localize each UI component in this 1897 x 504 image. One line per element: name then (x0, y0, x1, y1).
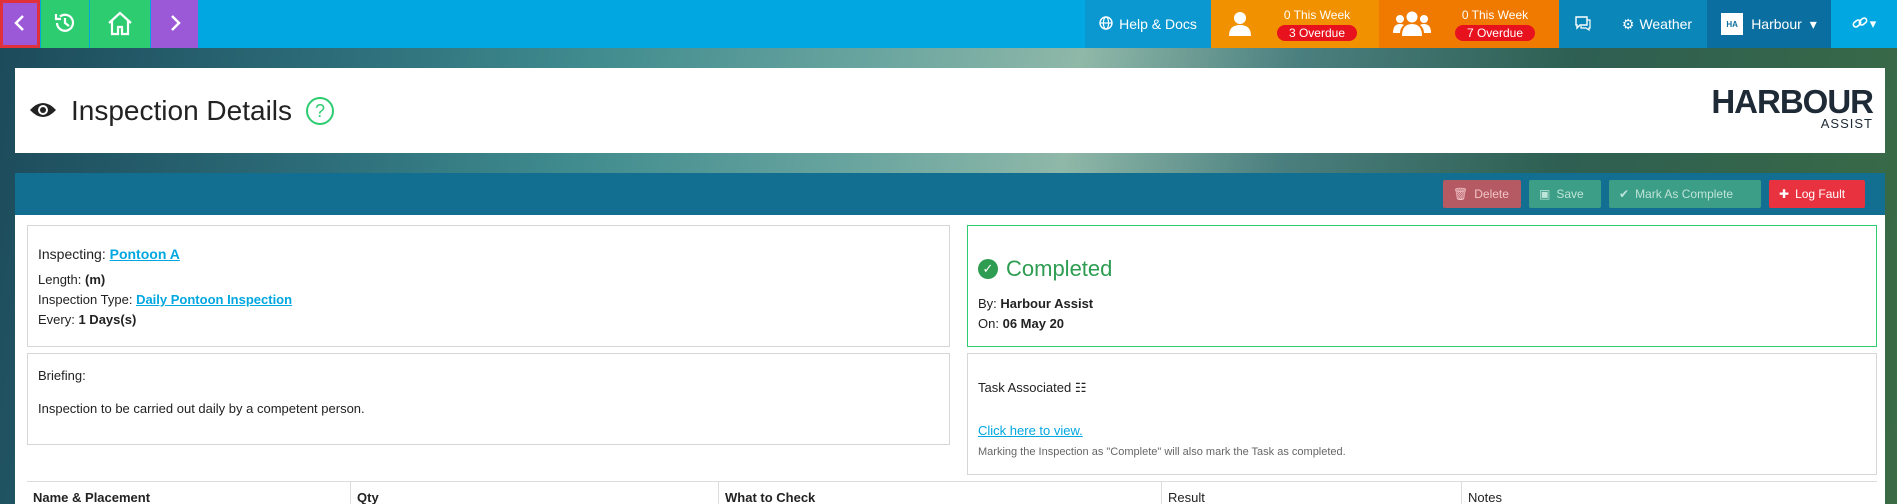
help-docs-button[interactable]: Help & Docs (1085, 0, 1211, 48)
check-circle-icon: ✔ (1619, 187, 1630, 201)
team-overdue-badge[interactable]: 7 Overdue (1454, 24, 1536, 41)
my-task-counts: 0 This Week 3 Overdue (1255, 8, 1379, 41)
brand-logo: HARBOUR ASSIST (1711, 83, 1874, 130)
by-label: By: (978, 296, 997, 311)
inspecting-label: Inspecting: (38, 246, 106, 262)
inspecting-link[interactable]: Pontoon A (110, 246, 180, 262)
history-icon (52, 10, 78, 39)
task-associated-row: Task Associated ☷ (978, 380, 1866, 396)
globe-icon (1099, 15, 1113, 33)
on-value: 06 May 20 (1002, 316, 1065, 331)
forward-button[interactable] (151, 0, 198, 48)
weather-button[interactable]: ⚙ Weather (1607, 0, 1707, 48)
completed-on-row: On: 06 May 20 (978, 316, 1866, 331)
help-icon[interactable]: ? (306, 97, 335, 125)
task-associated-box: Task Associated ☷ Click here to view. Ma… (967, 353, 1877, 475)
harbour-label: Harbour (1751, 16, 1802, 32)
briefing-label: Briefing: (38, 368, 86, 383)
team-task-counts: 0 This Week 7 Overdue (1431, 8, 1559, 41)
delete-button[interactable]: 🗑 Delete (1443, 180, 1521, 208)
task-note: Marking the Inspection as "Complete" wil… (978, 446, 1346, 458)
type-label: Inspection Type: (38, 292, 133, 307)
eye-icon (29, 95, 57, 127)
caret-down-icon: ▾ (1869, 16, 1877, 31)
briefing-text: Inspection to be carried out daily by a … (38, 401, 365, 416)
every-label: Every: (38, 312, 75, 327)
help-docs-label: Help & Docs (1119, 16, 1197, 32)
completed-title: Completed (1006, 256, 1113, 281)
brand-name: HARBOUR (1711, 83, 1874, 120)
delete-label: Delete (1474, 187, 1509, 201)
team-tasks-widget[interactable]: 0 This Week 7 Overdue (1379, 0, 1559, 48)
type-row: Inspection Type: Daily Pontoon Inspectio… (38, 292, 939, 307)
chat-icon (1574, 15, 1592, 34)
inspecting-row: Inspecting: Pontoon A (38, 246, 939, 262)
panel-toolbar: 🗑 Delete ▣ Save ✔ Mark As Complete ✚ Log… (15, 173, 1885, 215)
length-row: Length: (m) (38, 272, 939, 287)
task-associated-label: Task Associated (978, 380, 1072, 395)
save-icon: ▣ (1539, 187, 1551, 201)
on-label: On: (978, 316, 999, 331)
every-row: Every: 1 Days(s) (38, 312, 939, 327)
mark-complete-label: Mark As Complete (1635, 187, 1734, 201)
team-this-week: 0 This Week (1461, 7, 1529, 22)
caret-down-icon: ▾ (1809, 15, 1817, 32)
page-header: Inspection Details ? HARBOUR ASSIST (15, 68, 1885, 153)
my-this-week: 0 This Week (1283, 7, 1351, 22)
length-label: Length: (38, 272, 82, 287)
save-button[interactable]: ▣ Save (1529, 180, 1601, 208)
users-icon (1393, 9, 1431, 40)
completed-heading: ✓ Completed (978, 256, 1866, 282)
home-button[interactable] (90, 0, 150, 48)
completion-status-box: ✓ Completed By: Harbour Assist On: 06 Ma… (967, 225, 1877, 347)
inspection-info-box: Inspecting: Pontoon A Length: (m) Inspec… (27, 225, 950, 347)
top-navigation-bar: Help & Docs 0 This Week 3 Overdue 0 This… (0, 0, 1897, 48)
length-value: (m) (85, 272, 106, 287)
col-result: Result (1162, 482, 1462, 504)
col-qty: Qty (351, 482, 719, 504)
harbour-dropdown[interactable]: HA Harbour ▾ (1707, 0, 1831, 48)
by-value: Harbour Assist (1000, 296, 1094, 311)
inspection-panel: 🗑 Delete ▣ Save ✔ Mark As Complete ✚ Log… (15, 173, 1885, 504)
forward-arrow-icon (168, 14, 182, 35)
back-button[interactable] (0, 0, 40, 48)
harbour-logo-icon: HA (1721, 13, 1744, 35)
every-value: 1 Days(s) (78, 312, 137, 327)
link-icon (1852, 15, 1870, 34)
view-task-link[interactable]: Click here to view. (978, 423, 1083, 438)
completed-by-row: By: Harbour Assist (978, 296, 1866, 311)
user-icon (1225, 8, 1255, 41)
col-notes: Notes (1468, 490, 1502, 504)
page-title: Inspection Details (71, 95, 293, 126)
back-arrow-icon (13, 14, 27, 35)
col-name-placement: Name & Placement (27, 482, 351, 504)
checklist-table-header: Name & Placement Qty What to Check Resul… (27, 481, 1877, 504)
weather-label: Weather (1639, 16, 1693, 32)
log-fault-button[interactable]: ✚ Log Fault (1769, 180, 1865, 208)
home-icon (106, 10, 134, 39)
briefing-box: Briefing: Inspection to be carried out d… (27, 353, 950, 445)
first-aid-icon: ✚ (1779, 187, 1790, 201)
check-circle-icon: ✓ (978, 259, 998, 279)
mark-complete-button[interactable]: ✔ Mark As Complete (1609, 180, 1761, 208)
tasks-list-icon: ☷ (1074, 380, 1087, 395)
my-tasks-widget[interactable]: 0 This Week 3 Overdue (1211, 0, 1379, 48)
links-dropdown[interactable]: ▾ (1831, 0, 1897, 48)
my-overdue-badge[interactable]: 3 Overdue (1276, 24, 1358, 41)
inspection-type-link[interactable]: Daily Pontoon Inspection (136, 292, 292, 307)
chat-button[interactable] (1559, 0, 1607, 48)
trash-icon: 🗑 (1453, 187, 1469, 201)
save-label: Save (1556, 187, 1584, 201)
history-button[interactable] (41, 0, 89, 48)
page-title-row: Inspection Details ? (29, 95, 335, 127)
log-fault-label: Log Fault (1795, 187, 1846, 201)
gear-icon: ⚙ (1621, 15, 1635, 32)
col-what-to-check: What to Check (719, 482, 1162, 504)
